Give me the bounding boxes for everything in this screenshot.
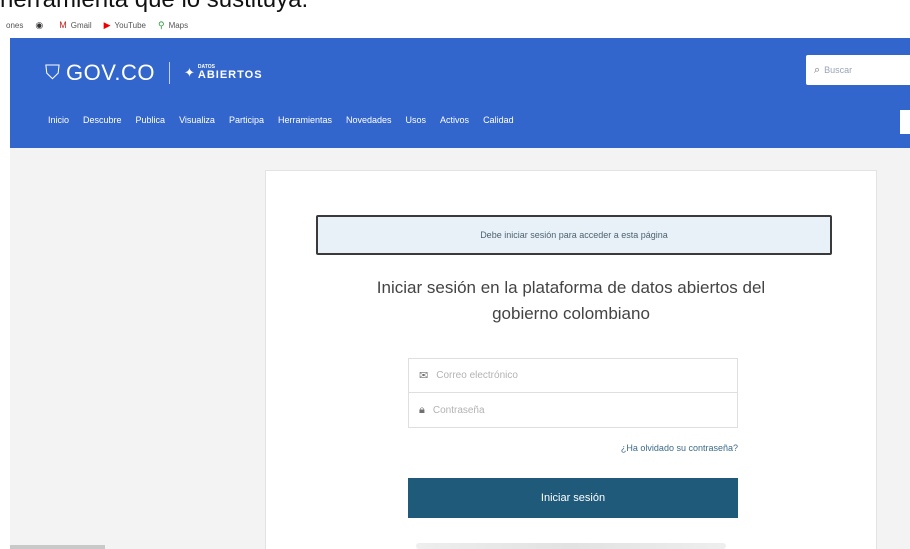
- main-nav: Inicio Descubre Publica Visualiza Partic…: [48, 115, 528, 125]
- login-button[interactable]: Iniciar sesión: [408, 478, 738, 518]
- nav-item-publica[interactable]: Publica: [136, 115, 166, 125]
- nav-item-activos[interactable]: Activos: [440, 115, 469, 125]
- login-title-line1: Iniciar sesión en la plataforma de datos…: [376, 278, 766, 297]
- alert-message: Debe iniciar sesión para acceder a esta …: [316, 215, 832, 255]
- bookmark-maps-label: Maps: [168, 20, 189, 30]
- youtube-icon: ▶: [103, 19, 111, 30]
- nav-item-inicio[interactable]: Inicio: [48, 115, 69, 125]
- bookmark-gmail-label: Gmail: [70, 20, 92, 30]
- bookmarks-bar: ones ◉ M Gmail ▶ YouTube ⚲ Maps: [0, 12, 910, 38]
- nav-item-herramientas[interactable]: Herramientas: [278, 115, 332, 125]
- bookmark-gmail[interactable]: M Gmail: [59, 20, 91, 30]
- nav-item-novedades[interactable]: Novedades: [346, 115, 392, 125]
- gmail-icon: M: [59, 20, 67, 30]
- password-field[interactable]: 🔒︎ Contraseña: [408, 393, 738, 428]
- password-placeholder: Contraseña: [432, 404, 485, 416]
- nav-item-visualiza[interactable]: Visualiza: [179, 115, 215, 125]
- datos-abiertos-logo[interactable]: DATOS ABIERTOS: [198, 65, 263, 81]
- search-input[interactable]: ⌕ Buscar: [806, 55, 910, 85]
- lock-icon: 🔒︎: [419, 403, 425, 416]
- forgot-password-link[interactable]: ¿Ha olvidado su contraseña?: [408, 443, 738, 453]
- login-title: Iniciar sesión en la plataforma de datos…: [326, 275, 816, 327]
- bookmark-globe[interactable]: ◉: [35, 20, 47, 31]
- bookmark-apps-label: ones: [6, 20, 24, 30]
- logo-divider: [169, 62, 170, 84]
- bookmark-maps[interactable]: ⚲ Maps: [158, 20, 188, 31]
- email-placeholder: Correo electrónico: [436, 370, 518, 381]
- login-card: Debe iniciar sesión para acceder a esta …: [265, 170, 877, 549]
- bookmark-youtube-label: YouTube: [114, 20, 146, 30]
- envelope-icon: ✉: [419, 370, 429, 382]
- shield-icon: ⛉: [45, 61, 60, 84]
- search-icon: ⌕: [814, 63, 821, 76]
- maps-icon: ⚲: [157, 19, 165, 30]
- logo-row: ⛉ GOV.CO ✦ DATOS ABIERTOS: [45, 60, 263, 86]
- bookmark-youtube[interactable]: ▶ YouTube: [104, 20, 146, 31]
- login-title-line2: gobierno colombiano: [492, 304, 650, 323]
- email-field[interactable]: ✉ Correo electrónico: [408, 358, 738, 393]
- header-side-tab: [900, 110, 910, 134]
- nav-item-usos[interactable]: Usos: [406, 115, 427, 125]
- caption-strip: herramienta que lo sustituya.: [0, 0, 910, 12]
- nav-item-participa[interactable]: Participa: [229, 115, 264, 125]
- bookmark-apps[interactable]: ones: [6, 21, 23, 30]
- globe-icon: ◉: [35, 19, 44, 30]
- search-placeholder: Buscar: [824, 65, 853, 75]
- gov-header: ⛉ GOV.CO ✦ DATOS ABIERTOS ⌕ Buscar Inici…: [10, 38, 910, 148]
- caption-text: herramienta que lo sustituya.: [0, 0, 308, 12]
- nav-item-descubre[interactable]: Descubre: [83, 115, 122, 125]
- gov-logo[interactable]: GOV.CO: [66, 60, 155, 86]
- left-edge: [0, 38, 10, 549]
- datos-icon: ✦: [184, 65, 195, 80]
- horizontal-scrollbar[interactable]: [10, 545, 105, 549]
- nav-item-calidad[interactable]: Calidad: [483, 115, 514, 125]
- bottom-faded-text: [416, 543, 726, 549]
- datos-big-text: ABIERTOS: [197, 69, 263, 81]
